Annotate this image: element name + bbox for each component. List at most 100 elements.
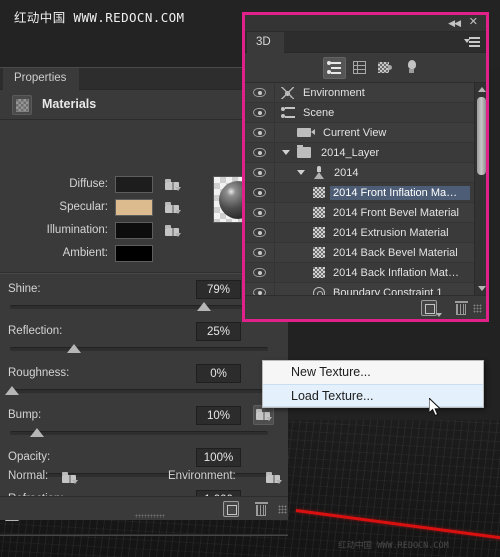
visibility-toggle[interactable] (245, 83, 275, 102)
visibility-toggle[interactable] (245, 143, 275, 162)
eye-icon (253, 168, 266, 177)
app-window: 红动中国 WWW.REDOCN.COM 红动中国 WWW.REDOCN.COM … (0, 0, 500, 557)
properties-footer (0, 496, 288, 520)
checker-material-icon (12, 95, 32, 115)
scroll-up-icon[interactable] (478, 87, 486, 92)
3d-panel: ◀◀ ✕ 3D Environment Scene Current View 2… (242, 12, 489, 322)
tree-item-2014[interactable]: 2014 (245, 163, 486, 183)
label-opacity: Opacity: (8, 451, 51, 463)
folder-icon (62, 472, 78, 484)
eye-icon (253, 268, 266, 277)
new-material-button[interactable] (222, 500, 240, 518)
visibility-toggle[interactable] (245, 183, 275, 202)
folder-button-illumination[interactable] (163, 222, 183, 240)
expand-caret-icon[interactable] (282, 150, 290, 155)
tree-item-label: 2014 Front Bevel Material (333, 207, 459, 219)
delete-3d-item-button[interactable] (452, 299, 470, 317)
visibility-toggle[interactable] (245, 103, 275, 122)
mesh-filter-icon (352, 60, 367, 75)
visibility-toggle[interactable] (245, 283, 275, 295)
eye-icon (253, 208, 266, 217)
material-filter-button[interactable] (375, 57, 398, 79)
3d-scene-tree[interactable]: Environment Scene Current View 2014_Laye… (245, 83, 486, 295)
material-icon (313, 267, 325, 278)
new-3d-item-button[interactable] (420, 299, 442, 317)
material-icon (313, 207, 325, 218)
close-icon[interactable]: ✕ (469, 16, 478, 29)
tab-properties[interactable]: Properties (3, 68, 80, 90)
tree-item-front-inflation-material[interactable]: 2014 Front Inflation Ma… (245, 183, 486, 203)
visibility-toggle[interactable] (245, 263, 275, 282)
environment-icon (281, 87, 294, 99)
swatch-ambient[interactable] (115, 245, 153, 262)
tab-3d[interactable]: 3D (247, 32, 284, 53)
panel-resize-handle[interactable] (135, 514, 165, 518)
visibility-toggle[interactable] (245, 123, 275, 142)
slider-track-shine[interactable] (10, 305, 268, 309)
swatch-illumination[interactable] (115, 222, 153, 239)
value-shine[interactable]: 79% (196, 280, 241, 299)
tree-item-scene[interactable]: Scene (245, 103, 486, 123)
folder-button-specular[interactable] (163, 199, 183, 217)
menu-item-new-texture[interactable]: New Texture... (263, 361, 483, 384)
tree-item-current-view[interactable]: Current View (245, 123, 486, 143)
resize-grip-icon[interactable] (278, 505, 287, 514)
tree-item-boundary-constraint[interactable]: Boundary Constraint 1 (245, 283, 486, 295)
menu-item-load-texture[interactable]: Load Texture... (263, 384, 483, 407)
label-ambient: Ambient: (62, 247, 108, 259)
delete-material-button[interactable] (252, 500, 270, 518)
panel-menu-icon[interactable] (464, 37, 480, 48)
scene-icon (281, 107, 295, 119)
eye-icon (253, 128, 266, 137)
value-opacity[interactable]: 100% (196, 448, 241, 467)
tree-item-back-bevel-material[interactable]: 2014 Back Bevel Material (245, 243, 486, 263)
folder-icon (266, 472, 282, 484)
folder-icon (165, 202, 181, 214)
mesh-filter-button[interactable] (349, 57, 372, 79)
eye-icon (253, 248, 266, 257)
swatch-diffuse[interactable] (115, 176, 153, 193)
tree-item-environment[interactable]: Environment (245, 83, 486, 103)
tree-item-front-bevel-material[interactable]: 2014 Front Bevel Material (245, 203, 486, 223)
slider-track-bump[interactable] (10, 431, 268, 435)
folder-button-environment[interactable] (264, 469, 284, 487)
scrollbar-thumb[interactable] (477, 97, 486, 175)
tree-item-2014-layer[interactable]: 2014_Layer (245, 143, 486, 163)
slider-knob-shine[interactable] (197, 302, 211, 311)
resize-grip-icon[interactable] (473, 304, 482, 313)
visibility-toggle[interactable] (245, 203, 275, 222)
tree-scrollbar[interactable] (474, 83, 486, 295)
visibility-toggle[interactable] (245, 163, 275, 182)
folder-button-diffuse[interactable] (163, 176, 183, 194)
folder-button-bump[interactable] (253, 405, 274, 425)
tree-item-label: 2014 Back Bevel Material (333, 247, 458, 259)
slider-knob-reflection[interactable] (67, 344, 81, 353)
value-reflection[interactable]: 25% (196, 322, 241, 341)
eye-icon (253, 228, 266, 237)
collapse-icon[interactable]: ◀◀ (448, 18, 461, 29)
material-icon (313, 247, 325, 258)
light-filter-button[interactable] (401, 57, 424, 79)
value-bump[interactable]: 10% (196, 406, 241, 425)
watermark-top: 红动中国 WWW.REDOCN.COM (14, 10, 185, 25)
slider-track-roughness[interactable] (10, 389, 268, 393)
visibility-toggle[interactable] (245, 243, 275, 262)
mesh-icon (313, 166, 325, 179)
swatch-specular[interactable] (115, 199, 153, 216)
tree-item-extrusion-material[interactable]: 2014 Extrusion Material (245, 223, 486, 243)
tree-item-label: 2014 Back Inflation Mat… (333, 267, 459, 279)
scene-filter-button[interactable] (323, 57, 346, 79)
tree-item-label: Boundary Constraint 1 (333, 287, 443, 295)
expand-caret-icon[interactable] (297, 170, 305, 175)
slider-knob-bump[interactable] (30, 428, 44, 437)
tree-item-back-inflation-material[interactable]: 2014 Back Inflation Mat… (245, 263, 486, 283)
eye-icon (253, 108, 266, 117)
label-illumination: Illumination: (46, 224, 108, 236)
scroll-down-icon[interactable] (478, 286, 486, 291)
slider-track-reflection[interactable] (10, 347, 268, 351)
material-icon (313, 227, 325, 238)
slider-knob-roughness[interactable] (5, 386, 19, 395)
visibility-toggle[interactable] (245, 223, 275, 242)
value-roughness[interactable]: 0% (196, 364, 241, 383)
folder-button-normal[interactable] (60, 469, 80, 487)
